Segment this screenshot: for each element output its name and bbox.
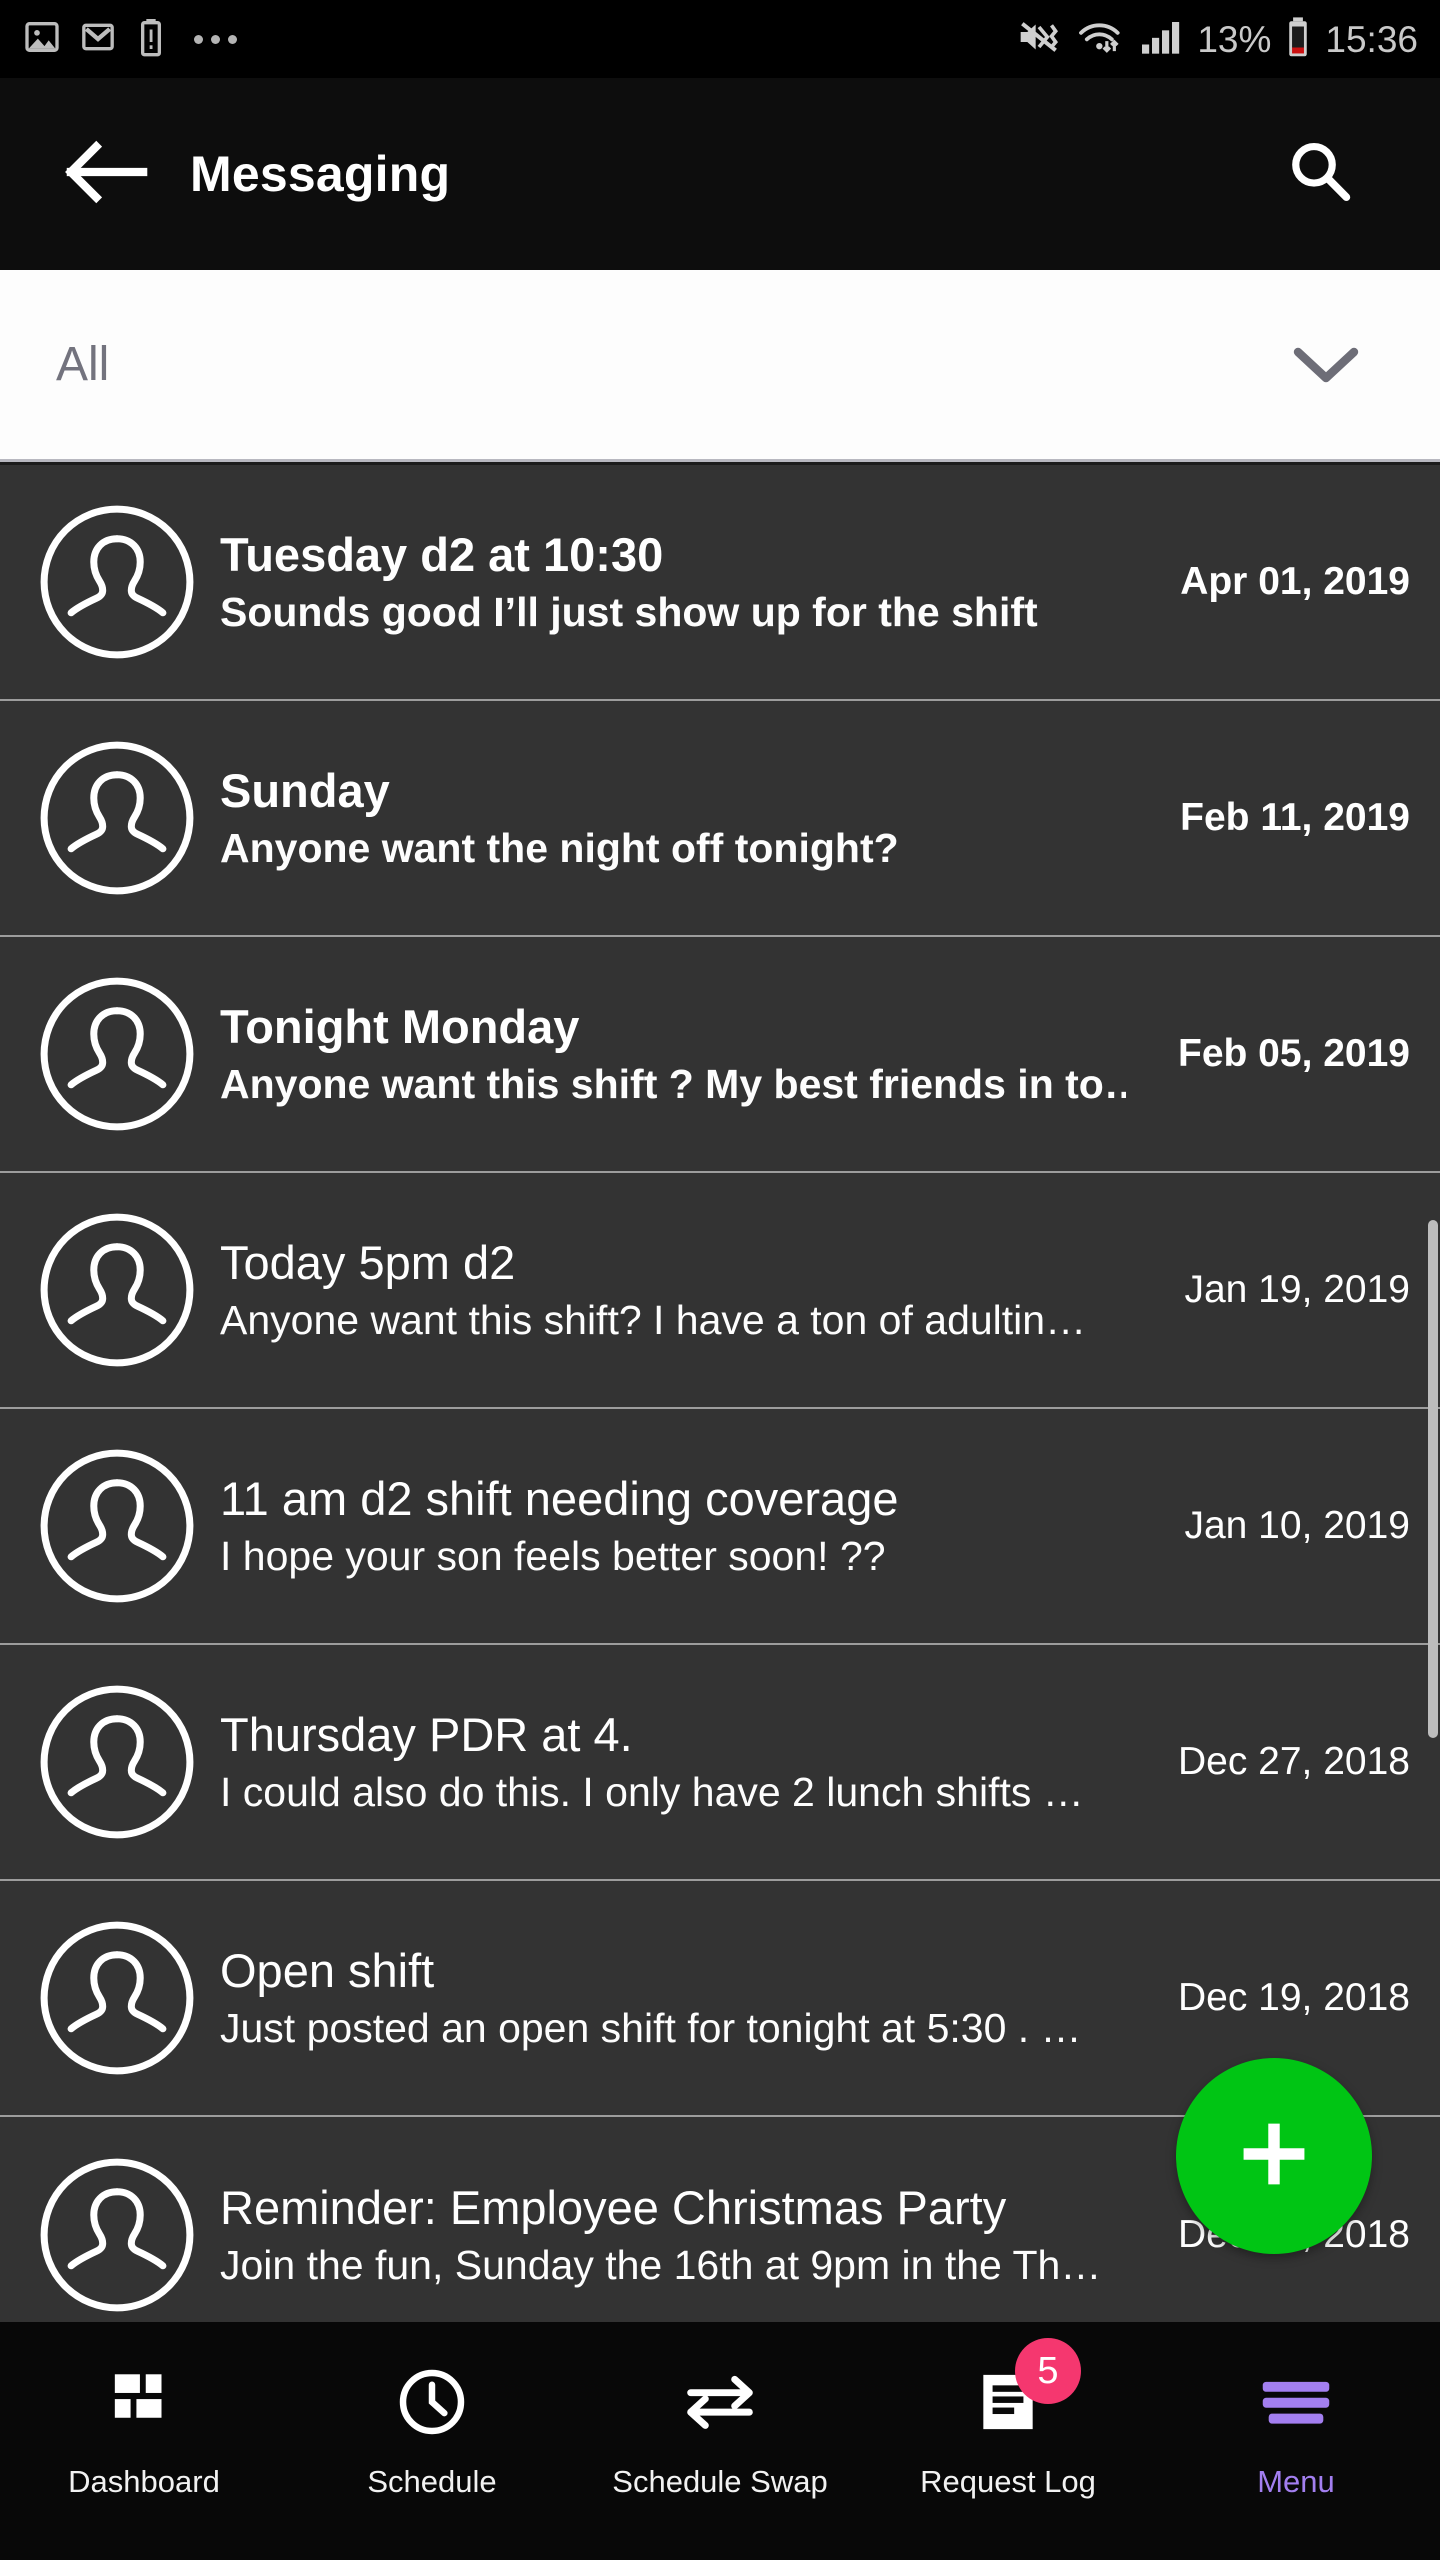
message-title: Today 5pm d2 xyxy=(220,1235,516,1289)
message-title: Sunday xyxy=(220,763,390,817)
cell-signal-icon xyxy=(1139,17,1185,62)
clock-icon xyxy=(395,2364,469,2440)
new-message-fab[interactable] xyxy=(1176,2058,1372,2254)
message-date: Jan 10, 2019 xyxy=(1184,1504,1410,1547)
app-bar: Messaging xyxy=(0,78,1440,270)
message-date: Jan 19, 2019 xyxy=(1184,1268,1410,1311)
nav-item-menu[interactable]: Menu xyxy=(1152,2322,1440,2560)
nav-label-request-log: Request Log xyxy=(920,2464,1096,2499)
message-date: Feb 05, 2019 xyxy=(1178,1032,1410,1075)
back-button[interactable] xyxy=(48,114,168,234)
nav-label-menu: Menu xyxy=(1257,2464,1335,2499)
nav-label-schedule: Schedule xyxy=(367,2464,497,2499)
person-placeholder-icon xyxy=(36,1917,198,2079)
search-icon xyxy=(1284,136,1356,213)
message-snippet: Anyone want this shift? I have a ton of … xyxy=(220,1297,1087,1344)
message-title: Tonight Monday xyxy=(220,999,580,1053)
table-row[interactable]: 11 am d2 shift needing coverage I hope yo… xyxy=(0,1409,1440,1645)
table-row[interactable]: Thursday PDR at 4. I could also do this. … xyxy=(0,1645,1440,1881)
gmail-icon xyxy=(78,17,118,62)
message-snippet: I hope your son feels better soon! ?? xyxy=(220,1533,886,1580)
table-row[interactable]: Sunday Anyone want the night off tonight?… xyxy=(0,701,1440,937)
swap-arrows-icon xyxy=(680,2364,760,2440)
message-date: Dec 27, 2018 xyxy=(1177,1740,1410,1783)
person-placeholder-icon xyxy=(36,1681,198,1843)
plus-icon xyxy=(1235,2115,1313,2198)
message-text: Reminder: Employee Christmas Party Join t… xyxy=(220,2181,1142,2290)
nav-item-schedule[interactable]: Schedule xyxy=(288,2322,576,2560)
message-snippet: Just posted an open shift for tonight at… xyxy=(220,2005,1082,2052)
phone-screen: 13% 15:36 Messaging All Tuesday d2 at 10… xyxy=(0,0,1440,2560)
filter-dropdown[interactable]: All xyxy=(0,270,1440,462)
person-placeholder-icon xyxy=(36,501,198,663)
message-text: Tuesday d2 at 10:30 Sounds good I’ll just… xyxy=(220,528,1142,637)
message-title: Tuesday d2 at 10:30 xyxy=(220,527,664,581)
person-placeholder-icon xyxy=(36,2154,198,2316)
dashboard-grid-icon xyxy=(109,2364,179,2440)
message-date: Feb 11, 2019 xyxy=(1180,796,1410,839)
message-text: 11 am d2 shift needing coverage I hope yo… xyxy=(220,1472,1142,1581)
message-title: Thursday PDR at 4. xyxy=(220,1707,633,1761)
table-row[interactable]: Today 5pm d2 Anyone want this shift? I ha… xyxy=(0,1173,1440,1409)
clipboard-icon: 5 xyxy=(973,2338,1081,2440)
status-badge: 5 xyxy=(1015,2338,1081,2404)
status-bar: 13% 15:36 xyxy=(0,0,1440,78)
message-list[interactable]: Tuesday d2 at 10:30 Sounds good I’ll just… xyxy=(0,465,1440,2322)
battery-low-icon xyxy=(1283,16,1313,63)
clock-label: 15:36 xyxy=(1325,18,1418,60)
battery-percent-label: 13% xyxy=(1197,18,1272,60)
search-button[interactable] xyxy=(1270,124,1370,224)
message-text: Sunday Anyone want the night off tonight? xyxy=(220,764,1142,873)
message-text: Tonight Monday Anyone want this shift ? M… xyxy=(220,1000,1142,1109)
table-row[interactable]: Tuesday d2 at 10:30 Sounds good I’ll just… xyxy=(0,465,1440,701)
overflow-dots-icon xyxy=(194,34,237,44)
message-date: Apr 01, 2019 xyxy=(1180,560,1410,603)
filter-selected-value: All xyxy=(56,338,110,391)
person-placeholder-icon xyxy=(36,737,198,899)
nav-item-dashboard[interactable]: Dashboard xyxy=(0,2322,288,2560)
message-snippet: Sounds good I’ll just show up for the sh… xyxy=(220,589,1038,636)
nav-item-request-log[interactable]: 5 Request Log xyxy=(864,2322,1152,2560)
battery-warning-icon xyxy=(134,17,168,62)
nav-label-schedule-swap: Schedule Swap xyxy=(612,2464,828,2499)
list-scrollbar[interactable] xyxy=(1428,465,1440,2322)
volume-mute-vibrate-icon xyxy=(1015,17,1063,62)
person-placeholder-icon xyxy=(36,1445,198,1607)
chevron-down-icon[interactable] xyxy=(1290,342,1362,388)
message-snippet: I could also do this. I only have 2 lunc… xyxy=(220,1769,1084,1816)
message-snippet: Anyone want the night off tonight? xyxy=(220,825,899,872)
page-title: Messaging xyxy=(190,146,451,202)
message-snippet: Anyone want this shift ? My best friends… xyxy=(220,1061,1126,1108)
message-text: Today 5pm d2 Anyone want this shift? I ha… xyxy=(220,1236,1142,1345)
bottom-navigation[interactable]: Dashboard Schedule Schedule Swap 5 Request L… xyxy=(0,2322,1440,2560)
status-bar-system: 13% 15:36 xyxy=(1015,16,1418,63)
message-title: Open shift xyxy=(220,1943,435,1997)
message-title: 11 am d2 shift needing coverage xyxy=(220,1471,899,1525)
message-text: Thursday PDR at 4. I could also do this. … xyxy=(220,1708,1142,1817)
message-snippet: Join the fun, Sunday the 16th at 9pm in … xyxy=(220,2242,1102,2289)
hamburger-menu-icon xyxy=(1258,2364,1334,2440)
wifi-data-icon xyxy=(1075,17,1127,62)
scrollbar-thumb[interactable] xyxy=(1428,1220,1438,1738)
arrow-left-icon xyxy=(65,137,151,212)
message-text: Open shift Just posted an open shift for … xyxy=(220,1944,1142,2053)
person-placeholder-icon xyxy=(36,973,198,1135)
table-row[interactable]: Tonight Monday Anyone want this shift ? M… xyxy=(0,937,1440,1173)
person-placeholder-icon xyxy=(36,1209,198,1371)
status-bar-notifications xyxy=(22,17,237,62)
nav-item-schedule-swap[interactable]: Schedule Swap xyxy=(576,2322,864,2560)
nav-label-dashboard: Dashboard xyxy=(68,2464,220,2499)
message-date: Dec 19, 2018 xyxy=(1177,1976,1410,2019)
gallery-icon xyxy=(22,17,62,62)
message-title: Reminder: Employee Christmas Party xyxy=(220,2180,1007,2234)
